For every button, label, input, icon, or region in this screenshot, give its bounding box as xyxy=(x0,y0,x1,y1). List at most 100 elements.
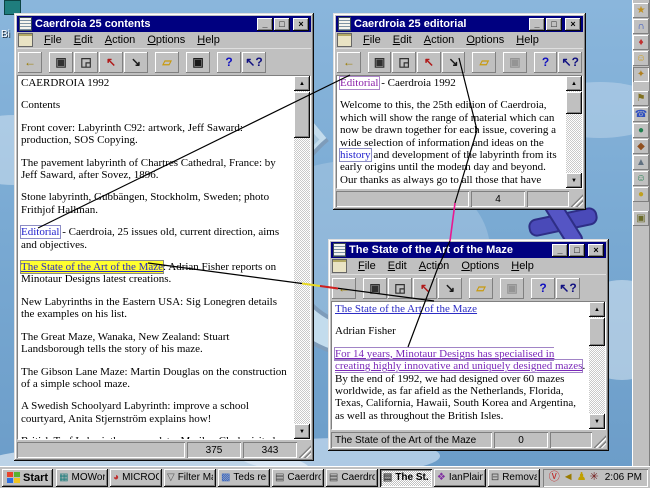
menu-edit[interactable]: Edit xyxy=(68,33,99,47)
context-help-button[interactable]: ↖? xyxy=(242,52,266,73)
scroll-thumb[interactable] xyxy=(589,318,605,346)
scroll-down-icon[interactable]: ▼ xyxy=(566,173,582,188)
follow-link-down-button[interactable]: ↘ xyxy=(438,278,462,299)
launcher-item-3-button[interactable]: ♦ xyxy=(633,35,649,50)
scroll-up-icon[interactable]: ▲ xyxy=(589,302,605,317)
menu-options[interactable]: Options xyxy=(460,33,510,47)
menu-file[interactable]: File xyxy=(38,33,68,47)
taskbar-button-7[interactable]: ▤The St... xyxy=(380,469,432,487)
follow-link-up-button[interactable]: ↖ xyxy=(99,52,123,73)
menu-action[interactable]: Action xyxy=(413,259,456,273)
help-button[interactable]: ? xyxy=(531,278,555,299)
launcher-item-11-button[interactable]: ☺ xyxy=(633,171,649,186)
scroll-thumb[interactable] xyxy=(566,92,582,114)
menu-file[interactable]: File xyxy=(357,33,387,47)
hyperlink[interactable]: Editorial xyxy=(340,77,379,89)
copy-docs-button[interactable]: ▣ xyxy=(363,278,387,299)
help-button[interactable]: ? xyxy=(534,52,558,73)
minimize-button[interactable]: _ xyxy=(552,244,568,257)
show-links-button[interactable]: ◲ xyxy=(392,52,416,73)
menu-file[interactable]: File xyxy=(352,259,382,273)
hyperlink[interactable]: The State of the Art of the Maze xyxy=(21,261,163,273)
taskbar-button-1[interactable]: ▦MOWorks xyxy=(56,469,108,487)
menu-help[interactable]: Help xyxy=(505,259,540,273)
copy-docs-button[interactable]: ▣ xyxy=(49,52,73,73)
menu-help[interactable]: Help xyxy=(191,33,226,47)
hyperlink[interactable]: Editorial xyxy=(21,226,60,238)
launcher-item-4-button[interactable]: ☺ xyxy=(633,51,649,66)
maximize-button[interactable]: □ xyxy=(274,18,290,31)
launcher-item-12-button[interactable]: ● xyxy=(633,187,649,202)
taskbar-button-9[interactable]: ⊟Removab... xyxy=(488,469,540,487)
open-folder-button[interactable]: ▱ xyxy=(155,52,179,73)
copy-docs-button[interactable]: ▣ xyxy=(368,52,392,73)
open-folder-button[interactable]: ▱ xyxy=(469,278,493,299)
scroll-up-icon[interactable]: ▲ xyxy=(294,76,310,91)
hyperlink[interactable]: For 14 years, Minotaur Designs has speci… xyxy=(335,348,582,372)
context-help-button[interactable]: ↖? xyxy=(556,278,580,299)
open-folder-button[interactable]: ▱ xyxy=(472,52,496,73)
menu-edit[interactable]: Edit xyxy=(387,33,418,47)
scroll-down-icon[interactable]: ▼ xyxy=(294,424,310,439)
virus-shield-icon[interactable]: Ⓥ xyxy=(549,472,560,483)
menu-options[interactable]: Options xyxy=(141,33,191,47)
taskbar-button-2[interactable]: ◕MICROC... xyxy=(110,469,162,487)
taskbar-button-6[interactable]: ▤Caerdroia... xyxy=(326,469,378,487)
launcher-item-2-button[interactable]: ∩ xyxy=(633,19,649,34)
maximize-button[interactable]: □ xyxy=(546,18,562,31)
copy-button[interactable]: ▣ xyxy=(186,52,210,73)
close-button[interactable]: × xyxy=(293,18,309,31)
vertical-scrollbar[interactable]: ▲ ▼ xyxy=(589,302,605,429)
volume-icon[interactable]: ◄ xyxy=(563,472,574,483)
follow-link-up-button[interactable]: ↖ xyxy=(413,278,437,299)
scroll-thumb[interactable] xyxy=(294,92,310,138)
help-button[interactable]: ? xyxy=(217,52,241,73)
launcher-item-10-button[interactable]: ▲ xyxy=(633,155,649,170)
menu-options[interactable]: Options xyxy=(455,259,505,273)
show-links-button[interactable]: ◲ xyxy=(388,278,412,299)
scroll-down-icon[interactable]: ▼ xyxy=(589,414,605,429)
resize-grip[interactable] xyxy=(571,191,583,207)
close-button[interactable]: × xyxy=(565,18,581,31)
launcher-item-7-button[interactable]: ☎ xyxy=(633,107,649,122)
scroll-up-icon[interactable]: ▲ xyxy=(566,76,582,91)
vertical-scrollbar[interactable]: ▲ ▼ xyxy=(566,76,582,188)
minimize-button[interactable]: _ xyxy=(529,18,545,31)
menu-action[interactable]: Action xyxy=(99,33,142,47)
context-help-button[interactable]: ↖? xyxy=(558,52,582,73)
follow-link-up-button[interactable]: ↖ xyxy=(417,52,441,73)
taskbar-button-3[interactable]: ▽Filter Man... xyxy=(164,469,216,487)
titlebar[interactable]: Caerdroia 25 editorial _ □ × xyxy=(336,16,583,32)
taskbar-button-5[interactable]: ▤Caerdroia... xyxy=(272,469,324,487)
launcher-item-5-button[interactable]: ✦ xyxy=(633,67,649,82)
back-button[interactable]: ← xyxy=(332,278,356,299)
back-button[interactable]: ← xyxy=(337,52,361,73)
menu-edit[interactable]: Edit xyxy=(382,259,413,273)
launcher-item-6-button[interactable]: ⚑ xyxy=(633,91,649,106)
follow-link-down-button[interactable]: ↘ xyxy=(442,52,466,73)
vertical-scrollbar[interactable]: ▲ ▼ xyxy=(294,76,310,439)
start-button[interactable]: Start xyxy=(2,469,53,487)
launcher-item-13-button[interactable]: ▣ xyxy=(633,211,649,226)
launcher-item-8-button[interactable]: ● xyxy=(633,123,649,138)
minimize-button[interactable]: _ xyxy=(257,18,273,31)
launcher-item-9-button[interactable]: ◆ xyxy=(633,139,649,154)
taskbar-button-4[interactable]: ▩Teds ren... xyxy=(218,469,270,487)
hyperlink[interactable]: history xyxy=(340,149,371,161)
resize-grip[interactable] xyxy=(594,432,606,448)
follow-link-down-button[interactable]: ↘ xyxy=(124,52,148,73)
menu-action[interactable]: Action xyxy=(418,33,461,47)
close-button[interactable]: × xyxy=(588,244,604,257)
titlebar[interactable]: Caerdroia 25 contents _ □ × xyxy=(17,16,311,32)
titlebar[interactable]: The State of the Art of the Maze _ □ × xyxy=(331,242,606,258)
back-button[interactable]: ← xyxy=(18,52,42,73)
hyperlink[interactable]: The State of the Art of the Maze xyxy=(335,303,477,315)
resize-grip[interactable] xyxy=(299,442,311,458)
menu-help[interactable]: Help xyxy=(510,33,545,47)
maximize-button[interactable]: □ xyxy=(569,244,585,257)
launcher-item-1-button[interactable]: ★ xyxy=(633,3,649,18)
show-links-button[interactable]: ◲ xyxy=(74,52,98,73)
taskbar-button-8[interactable]: ❖IanPlain... xyxy=(434,469,486,487)
agent-icon[interactable]: ♟ xyxy=(577,472,587,483)
scanner-icon[interactable]: ✳ xyxy=(590,472,599,483)
